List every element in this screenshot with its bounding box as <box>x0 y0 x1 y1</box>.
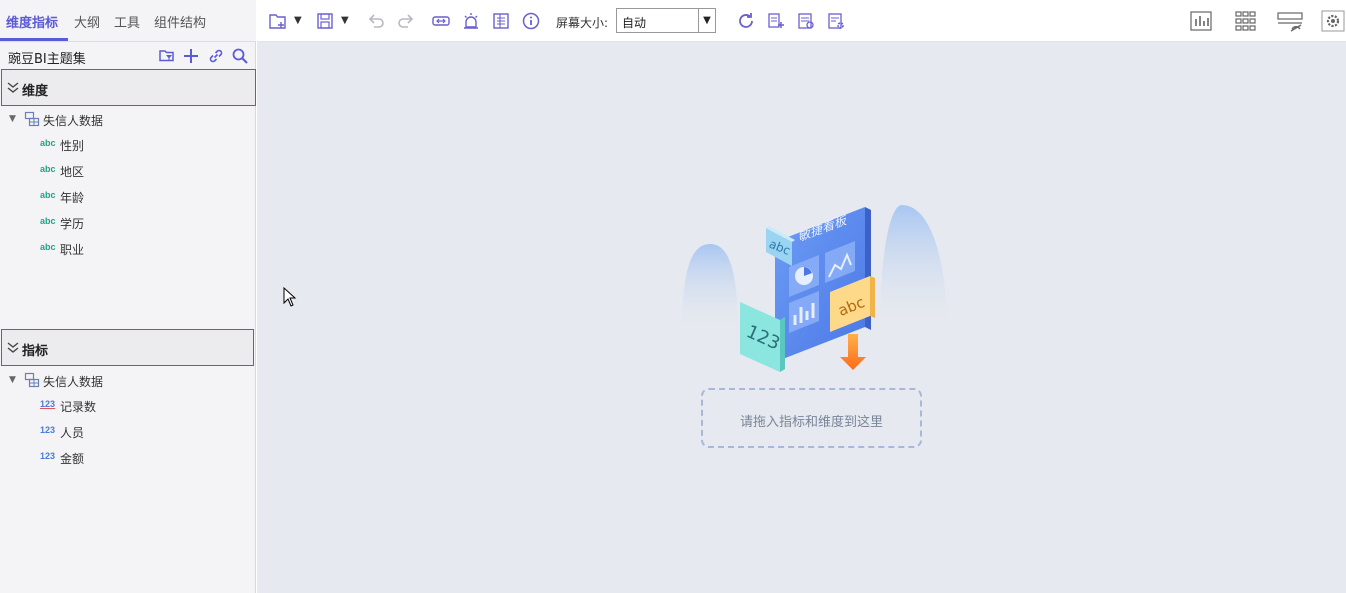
theme-title: 豌豆BI主题集 <box>8 52 86 67</box>
info-icon[interactable] <box>521 11 541 31</box>
numeric-type-icon: 123 <box>40 425 56 435</box>
new-page-icon[interactable] <box>268 11 288 31</box>
numeric-type-icon: 123 <box>40 399 56 409</box>
expand-triangle-icon[interactable]: ▼ <box>9 114 16 124</box>
gear-icon[interactable] <box>1321 10 1345 32</box>
tab-tools[interactable]: 工具 <box>114 12 140 31</box>
measure-section-title: 指标 <box>22 344 49 359</box>
new-dropdown-arrow-icon[interactable]: ▼ <box>294 15 302 26</box>
dataset-settings-icon[interactable] <box>826 11 846 31</box>
hide-icon[interactable] <box>1276 10 1306 32</box>
dimension-table-label: 失信人数据 <box>43 114 104 128</box>
field-label: 记录数 <box>60 400 97 414</box>
field-label: 年龄 <box>60 191 85 205</box>
active-tab-underline <box>0 38 68 41</box>
dimension-field[interactable]: abc 职业 <box>40 239 220 257</box>
field-label: 学历 <box>60 217 85 231</box>
abc-type-icon: abc <box>40 164 56 174</box>
folder-filter-icon[interactable] <box>158 47 176 65</box>
collapse-chevron-icon[interactable] <box>6 80 20 94</box>
abc-type-icon: abc <box>40 190 56 200</box>
left-panel: 维度指标 大纲 工具 组件结构 豌豆BI主题集 维度 ▼ 失信人数据 abc 性… <box>0 0 256 593</box>
dimension-field[interactable]: abc 年龄 <box>40 187 220 205</box>
app-window: 维度指标 大纲 工具 组件结构 豌豆BI主题集 维度 ▼ 失信人数据 abc 性… <box>0 0 1346 593</box>
dimension-field[interactable]: abc 学历 <box>40 213 220 231</box>
abc-type-icon: abc <box>40 216 56 226</box>
left-tabs: 维度指标 大纲 工具 组件结构 <box>0 0 256 42</box>
grid-icon[interactable] <box>1234 10 1258 32</box>
chart-icon[interactable] <box>1189 10 1213 32</box>
alarm-icon[interactable] <box>461 11 481 31</box>
tab-dimension-measure[interactable]: 维度指标 <box>6 12 58 31</box>
collapse-chevron-icon[interactable] <box>6 340 20 354</box>
measure-field[interactable]: 123 金额 <box>40 448 220 466</box>
dimension-section-title: 维度 <box>22 84 49 99</box>
field-label: 职业 <box>60 243 85 257</box>
field-label: 金额 <box>60 452 85 466</box>
save-icon[interactable] <box>315 11 335 31</box>
abc-type-icon: abc <box>40 242 56 252</box>
theme-row: 豌豆BI主题集 <box>0 43 256 69</box>
top-toolbar: ▼ ▼ 屏幕大小: 自动 ▼ <box>257 0 1346 42</box>
dimension-section-header[interactable]: 维度 <box>1 69 256 106</box>
tab-component-structure[interactable]: 组件结构 <box>154 12 206 31</box>
table-icon <box>24 372 40 388</box>
refresh-icon[interactable] <box>736 11 756 31</box>
screen-size-label: 屏幕大小: <box>556 16 609 30</box>
empty-dashboard-illustration: 敏捷看板 abc 123 abc <box>682 205 947 372</box>
field-label: 性别 <box>60 139 85 153</box>
plus-icon[interactable] <box>182 47 200 65</box>
measure-table-label: 失信人数据 <box>43 375 104 389</box>
table-icon <box>24 111 40 127</box>
field-label: 人员 <box>60 426 85 440</box>
numeric-type-icon: 123 <box>40 451 56 461</box>
tab-outline[interactable]: 大纲 <box>74 12 100 31</box>
expand-triangle-icon[interactable]: ▼ <box>9 375 16 385</box>
link-component-icon[interactable] <box>431 11 451 31</box>
measure-field[interactable]: 123 人员 <box>40 422 220 440</box>
measure-table-node[interactable]: ▼ 失信人数据 <box>9 371 209 389</box>
search-icon[interactable] <box>231 47 249 65</box>
field-label: 地区 <box>60 165 85 179</box>
report-icon[interactable] <box>491 11 511 31</box>
undo-icon[interactable] <box>366 11 386 31</box>
chevron-down-icon[interactable]: ▼ <box>698 9 715 32</box>
redo-icon[interactable] <box>396 11 416 31</box>
save-dropdown-arrow-icon[interactable]: ▼ <box>341 15 349 26</box>
screen-size-select[interactable]: 自动 ▼ <box>616 8 716 33</box>
drop-zone-hint: 请拖入指标和维度到这里 <box>739 415 883 430</box>
measure-field[interactable]: 123 记录数 <box>40 396 220 414</box>
drop-zone[interactable]: 请拖入指标和维度到这里 <box>701 388 922 448</box>
dataset-icon[interactable] <box>796 11 816 31</box>
measure-section-header[interactable]: 指标 <box>1 329 254 366</box>
dimension-field[interactable]: abc 性别 <box>40 135 220 153</box>
add-dataset-icon[interactable] <box>766 11 786 31</box>
dimension-table-node[interactable]: ▼ 失信人数据 <box>9 110 209 128</box>
screen-size-value: 自动 <box>622 16 647 30</box>
mouse-cursor-icon <box>283 287 297 307</box>
link-icon[interactable] <box>207 47 225 65</box>
dimension-field[interactable]: abc 地区 <box>40 161 220 179</box>
dashboard-canvas[interactable]: 敏捷看板 abc 123 abc 请拖入指标和维度到这里 <box>257 42 1346 593</box>
abc-type-icon: abc <box>40 138 56 148</box>
